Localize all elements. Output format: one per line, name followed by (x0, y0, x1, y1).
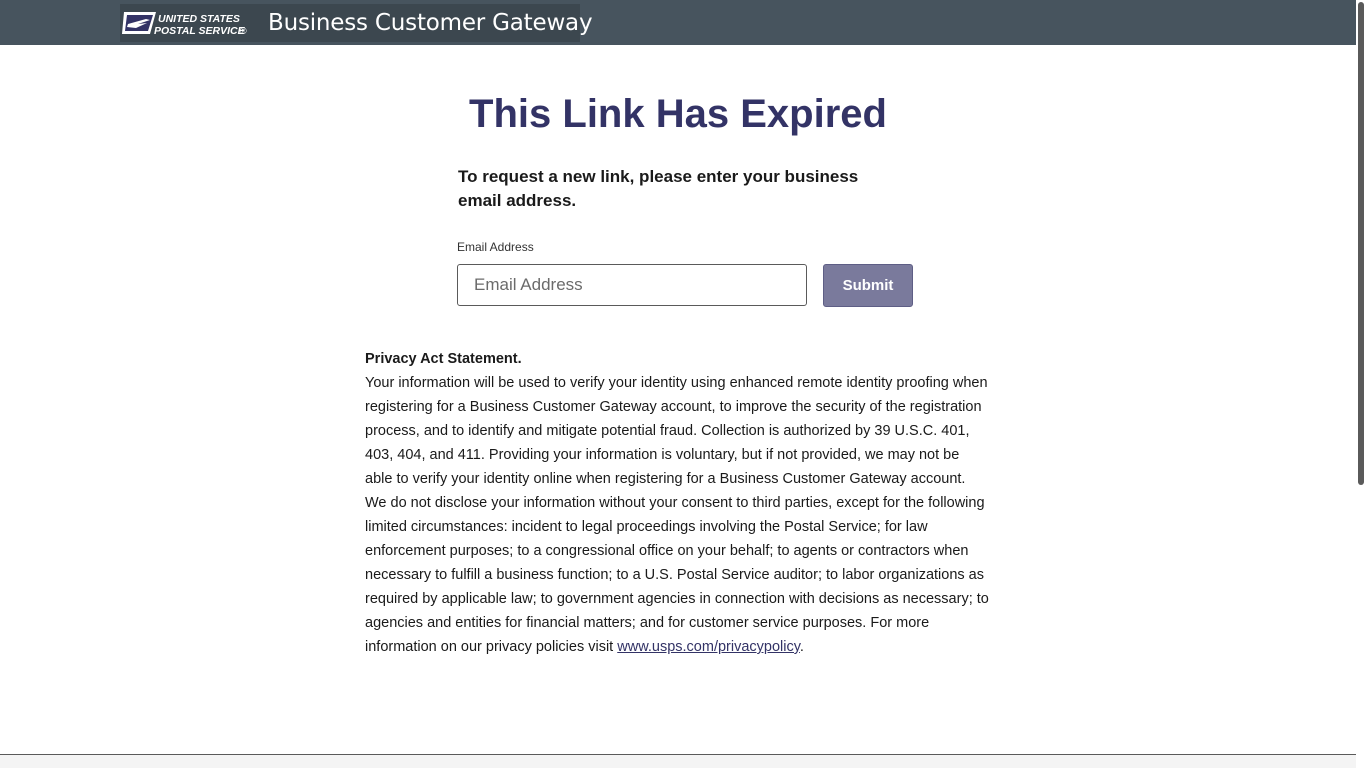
logo-registered-mark: ® (240, 26, 247, 36)
privacy-heading: Privacy Act Statement. (365, 351, 522, 367)
instruction-text: To request a new link, please enter your… (458, 167, 859, 210)
email-input[interactable] (457, 264, 807, 306)
top-header-bar: UNITED STATES POSTAL SERVICE ® Business … (0, 0, 1356, 45)
brand-banner[interactable]: UNITED STATES POSTAL SERVICE ® Business … (120, 4, 593, 42)
privacy-body: Your information will be used to verify … (365, 375, 989, 655)
logo-line1: UNITED STATES (158, 13, 240, 25)
privacy-policy-link[interactable]: www.usps.com/privacypolicy (617, 639, 800, 655)
page-title: This Link Has Expired (469, 92, 887, 136)
scrollbar-thumb[interactable] (1358, 2, 1364, 485)
privacy-trailing: . (799, 639, 804, 655)
vertical-scrollbar[interactable] (1356, 0, 1366, 768)
logo-line2: POSTAL SERVICE (154, 25, 246, 37)
app-title: Business Customer Gateway (268, 10, 593, 36)
submit-button[interactable]: Submit (823, 264, 913, 307)
usps-eagle-logo-icon: UNITED STATES POSTAL SERVICE ® (122, 8, 250, 38)
footer-divider (0, 754, 1356, 768)
email-label: Email Address (457, 240, 534, 254)
privacy-act-statement: Privacy Act Statement. Your information … (365, 347, 990, 659)
